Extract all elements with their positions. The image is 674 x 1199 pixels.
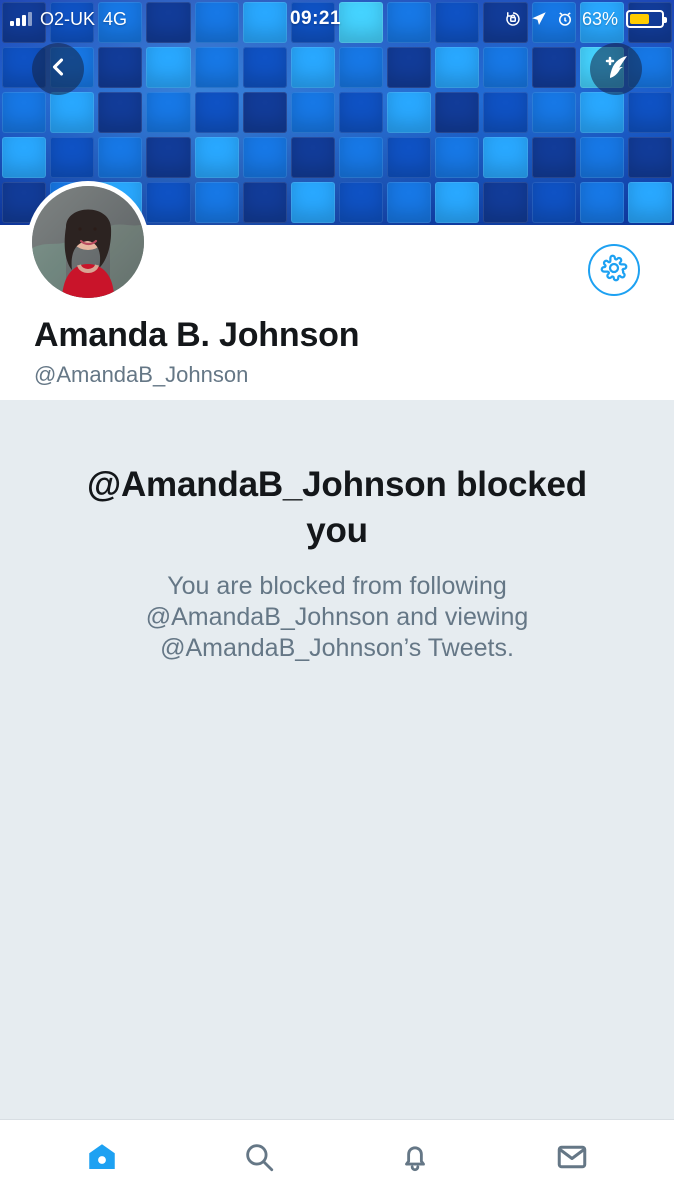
- nav-messages-button[interactable]: [536, 1132, 608, 1188]
- settings-button[interactable]: [588, 244, 640, 296]
- compose-button[interactable]: [590, 43, 642, 95]
- blocked-title-line-2: you: [306, 511, 368, 550]
- blocked-title: @AmandaB_Johnson blocked you: [60, 462, 614, 554]
- battery-fill: [629, 14, 649, 24]
- compose-feather-icon: [599, 50, 633, 89]
- avatar-image: [32, 186, 144, 298]
- alarm-clock-icon: [556, 10, 574, 28]
- status-left: O2-UK 4G: [10, 9, 127, 30]
- battery-status: 63%: [581, 8, 667, 30]
- rotation-lock-icon: [504, 10, 522, 28]
- signal-icon: [10, 12, 32, 26]
- location-arrow-icon: [530, 10, 548, 28]
- battery-percent: 63%: [581, 8, 618, 29]
- battery-icon: [625, 10, 667, 28]
- bottom-navigation: [0, 1119, 674, 1199]
- blocked-title-line-1: @AmandaB_Johnson blocked: [87, 465, 587, 504]
- blocked-message: You are blocked from following @AmandaB_…: [92, 571, 582, 664]
- back-button[interactable]: [32, 43, 84, 95]
- bell-icon: [398, 1140, 432, 1179]
- profile-avatar[interactable]: [27, 181, 149, 303]
- home-icon: [84, 1139, 120, 1180]
- blocked-message-line-3: @AmandaB_Johnson’s Tweets.: [160, 634, 514, 662]
- network-label: 4G: [103, 8, 128, 29]
- carrier-label: O2-UK: [40, 8, 96, 29]
- status-right: 63%: [504, 8, 667, 30]
- search-icon: [242, 1140, 276, 1179]
- chevron-left-icon: [44, 53, 72, 86]
- gear-icon: [599, 253, 629, 288]
- nav-search-button[interactable]: [223, 1132, 295, 1188]
- mail-icon: [554, 1139, 590, 1180]
- blocked-panel: @AmandaB_Johnson blocked you You are blo…: [0, 400, 674, 1119]
- profile-handle: @AmandaB_Johnson: [34, 362, 249, 387]
- profile-name: Amanda B. Johnson: [34, 316, 360, 354]
- blocked-message-line-1: You are blocked from following: [167, 572, 507, 600]
- status-time: 09:21: [289, 8, 342, 29]
- blocked-message-line-2: @AmandaB_Johnson and viewing: [145, 603, 529, 631]
- nav-notifications-button[interactable]: [379, 1132, 451, 1188]
- status-bar: O2-UK 4G 09:21 63%: [0, 0, 674, 38]
- nav-home-button[interactable]: [66, 1132, 138, 1188]
- profile-screen: O2-UK 4G 09:21 63% Amanda B. Johnson @Am…: [0, 0, 674, 1199]
